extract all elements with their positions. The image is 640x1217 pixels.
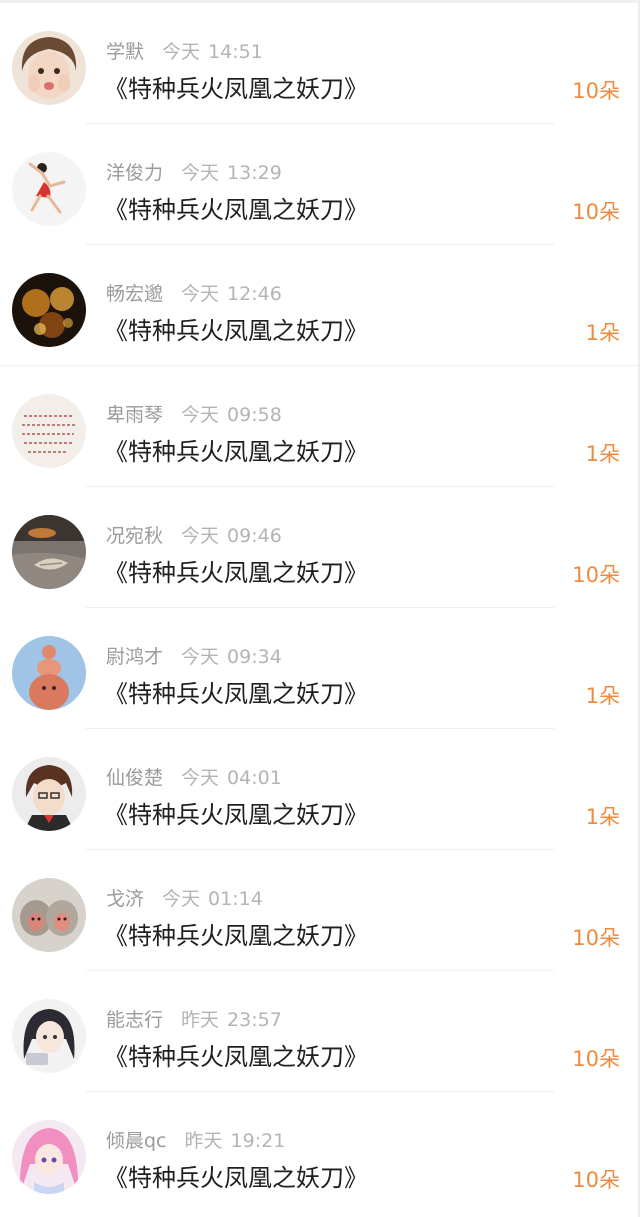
- list-item[interactable]: 况宛秋 今天 09:46 《特种兵火凤凰之妖刀》 10朵: [0, 487, 640, 608]
- flower-count: 10朵: [572, 79, 620, 103]
- sender-name[interactable]: 卑雨琴: [106, 404, 163, 426]
- flower-count: 10朵: [572, 926, 620, 950]
- sender-name[interactable]: 倾晨qc: [106, 1130, 167, 1152]
- cartoon-figure-avatar[interactable]: [12, 636, 86, 710]
- list-item[interactable]: 畅宏邈 今天 12:46 《特种兵火凤凰之妖刀》 1朵: [0, 245, 640, 366]
- sender-name[interactable]: 能志行: [106, 1009, 163, 1031]
- send-day: 昨天: [184, 1130, 223, 1152]
- list-item[interactable]: 学默 今天 14:51 《特种兵火凤凰之妖刀》 10朵: [0, 3, 640, 124]
- child-face-avatar[interactable]: [12, 31, 86, 105]
- book-title[interactable]: 《特种兵火凤凰之妖刀》: [104, 194, 368, 226]
- sender-meta: 学默 今天 14:51: [106, 39, 263, 65]
- send-time: 14:51: [208, 41, 263, 63]
- book-title[interactable]: 《特种兵火凤凰之妖刀》: [104, 678, 368, 710]
- dancer-avatar[interactable]: [12, 152, 86, 226]
- sender-meta: 尉鸿才 今天 09:34: [106, 644, 282, 670]
- flower-count: 1朵: [585, 684, 620, 708]
- list-item[interactable]: 尉鸿才 今天 09:34 《特种兵火凤凰之妖刀》 1朵: [0, 608, 640, 729]
- flower-count: 10朵: [572, 200, 620, 224]
- send-day: 今天: [181, 767, 220, 789]
- send-day: 今天: [181, 283, 220, 305]
- flower-count: 1朵: [585, 442, 620, 466]
- book-title[interactable]: 《特种兵火凤凰之妖刀》: [104, 920, 368, 952]
- book-title[interactable]: 《特种兵火凤凰之妖刀》: [104, 1041, 368, 1073]
- book-title[interactable]: 《特种兵火凤凰之妖刀》: [104, 73, 368, 105]
- send-day: 今天: [181, 646, 220, 668]
- sender-meta: 卑雨琴 今天 09:58: [106, 402, 282, 428]
- book-title[interactable]: 《特种兵火凤凰之妖刀》: [104, 1162, 368, 1194]
- list-item[interactable]: 洋俊力 今天 13:29 《特种兵火凤凰之妖刀》 10朵: [0, 124, 640, 245]
- anime-girl-avatar[interactable]: [12, 999, 86, 1073]
- handwriting-avatar[interactable]: [12, 394, 86, 468]
- sender-name[interactable]: 学默: [106, 41, 144, 63]
- send-day: 今天: [181, 404, 220, 426]
- send-day: 今天: [162, 41, 201, 63]
- book-title[interactable]: 《特种兵火凤凰之妖刀》: [104, 315, 368, 347]
- flower-count: 10朵: [572, 1047, 620, 1071]
- sender-name[interactable]: 况宛秋: [106, 525, 163, 547]
- seashell-avatar[interactable]: [12, 515, 86, 589]
- sender-meta: 戈济 今天 01:14: [106, 886, 263, 912]
- send-time: 09:34: [227, 646, 282, 668]
- sender-meta: 畅宏邈 今天 12:46: [106, 281, 282, 307]
- send-time: 09:58: [227, 404, 282, 426]
- flower-count: 10朵: [572, 1168, 620, 1192]
- anime-boy-avatar[interactable]: [12, 757, 86, 831]
- flower-count: 1朵: [585, 805, 620, 829]
- list-item[interactable]: 卑雨琴 今天 09:58 《特种兵火凤凰之妖刀》 1朵: [0, 366, 640, 487]
- send-time: 12:46: [227, 283, 282, 305]
- send-time: 09:46: [227, 525, 282, 547]
- list-item[interactable]: 能志行 昨天 23:57 《特种兵火凤凰之妖刀》 10朵: [0, 971, 640, 1092]
- send-time: 01:14: [208, 888, 263, 910]
- pink-hair-girl-avatar[interactable]: [12, 1120, 86, 1194]
- book-title[interactable]: 《特种兵火凤凰之妖刀》: [104, 799, 368, 831]
- flower-count: 1朵: [585, 321, 620, 345]
- book-title[interactable]: 《特种兵火凤凰之妖刀》: [104, 557, 368, 589]
- send-time: 19:21: [230, 1130, 286, 1152]
- sender-meta: 倾晨qc 昨天 19:21: [106, 1128, 285, 1154]
- send-time: 23:57: [227, 1009, 282, 1031]
- list-item[interactable]: 仙俊楚 今天 04:01 《特种兵火凤凰之妖刀》 1朵: [0, 729, 640, 850]
- book-title[interactable]: 《特种兵火凤凰之妖刀》: [104, 436, 368, 468]
- sender-meta: 洋俊力 今天 13:29: [106, 160, 282, 186]
- sender-meta: 仙俊楚 今天 04:01: [106, 765, 282, 791]
- send-time: 04:01: [227, 767, 282, 789]
- list-item[interactable]: 倾晨qc 昨天 19:21 《特种兵火凤凰之妖刀》 10朵: [0, 1092, 640, 1213]
- amber-glass-avatar[interactable]: [12, 273, 86, 347]
- flower-count: 10朵: [572, 563, 620, 587]
- list-item[interactable]: 戈济 今天 01:14 《特种兵火凤凰之妖刀》 10朵: [0, 850, 640, 971]
- sender-meta: 能志行 昨天 23:57: [106, 1007, 282, 1033]
- sender-name[interactable]: 戈济: [106, 888, 144, 910]
- monkeys-avatar[interactable]: [12, 878, 86, 952]
- sender-meta: 况宛秋 今天 09:46: [106, 523, 282, 549]
- send-day: 昨天: [181, 1009, 220, 1031]
- send-time: 13:29: [227, 162, 282, 184]
- send-day: 今天: [181, 162, 220, 184]
- sender-name[interactable]: 仙俊楚: [106, 767, 163, 789]
- sender-name[interactable]: 洋俊力: [106, 162, 163, 184]
- send-day: 今天: [181, 525, 220, 547]
- sender-name[interactable]: 畅宏邈: [106, 283, 163, 305]
- send-day: 今天: [162, 888, 201, 910]
- sender-name[interactable]: 尉鸿才: [106, 646, 163, 668]
